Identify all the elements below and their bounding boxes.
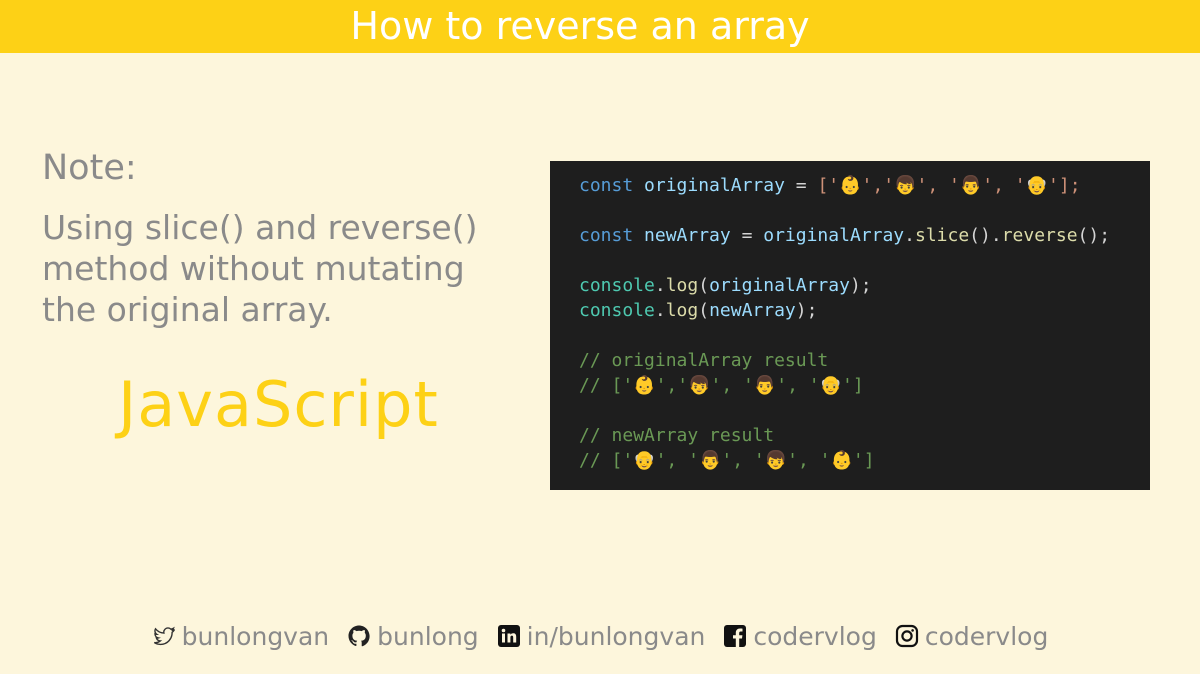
note-text: Using slice() and reverse() method witho… bbox=[42, 208, 478, 329]
code-string: [' bbox=[817, 175, 840, 196]
twitter-handle: bunlongvan bbox=[181, 621, 330, 651]
code-string: ', ' bbox=[982, 175, 1026, 196]
code-string: ', ' bbox=[916, 175, 960, 196]
code-variable: newArray bbox=[644, 225, 731, 246]
code-comment: // ['👴', '👨', '👦', '👶'] bbox=[579, 450, 875, 471]
code-function: log bbox=[665, 300, 699, 321]
social-link-github[interactable]: bunlong bbox=[347, 622, 479, 651]
code-keyword: const bbox=[579, 175, 634, 196]
code-punctuation: ( bbox=[698, 275, 710, 296]
page-title: How to reverse an array bbox=[350, 4, 810, 48]
code-punctuation: ); bbox=[849, 275, 872, 296]
social-link-twitter[interactable]: bunlongvan bbox=[152, 622, 329, 651]
github-handle: bunlong bbox=[377, 621, 479, 651]
code-punctuation: ( bbox=[698, 300, 710, 321]
instagram-icon bbox=[895, 624, 919, 648]
baby-emoji: 👶 bbox=[839, 175, 862, 196]
code-function: reverse bbox=[1001, 225, 1078, 246]
code-object: console bbox=[579, 300, 655, 321]
code-variable: originalArray bbox=[709, 275, 850, 296]
title-banner: How to reverse an array bbox=[0, 0, 1200, 53]
code-operator: = bbox=[730, 225, 764, 246]
old-man-emoji: 👴 bbox=[1025, 175, 1049, 196]
code-variable: originalArray bbox=[763, 225, 905, 246]
linkedin-handle: in/bunlongvan bbox=[526, 621, 706, 651]
code-variable: newArray bbox=[709, 300, 796, 321]
code-line-log-original: console.log(originalArray); bbox=[579, 273, 1150, 298]
code-punctuation: ); bbox=[795, 300, 818, 321]
facebook-icon bbox=[723, 624, 747, 648]
facebook-handle: codervlog bbox=[753, 621, 877, 651]
code-operator: = bbox=[784, 175, 818, 196]
code-block: const originalArray = ['👶','👦', '👨', '👴'… bbox=[550, 161, 1150, 490]
code-object: console bbox=[579, 275, 655, 296]
boy-emoji: 👦 bbox=[894, 175, 917, 196]
code-comment: // ['👶','👦', '👨', '👴'] bbox=[579, 375, 864, 396]
note-label: Note: bbox=[42, 148, 137, 188]
code-function: slice bbox=[914, 225, 970, 246]
code-function: log bbox=[665, 275, 699, 296]
code-punctuation: (). bbox=[969, 225, 1002, 246]
code-punctuation: (); bbox=[1077, 225, 1111, 246]
code-line-new-array: const newArray = originalArray.slice().r… bbox=[579, 223, 1150, 248]
code-line-log-new: console.log(newArray); bbox=[579, 298, 1150, 323]
linkedin-icon bbox=[497, 624, 521, 648]
social-footer: bunlongvan bunlong in/bunlongvan codervl… bbox=[0, 616, 1200, 656]
code-comment: // newArray result bbox=[579, 425, 775, 446]
code-punctuation: . bbox=[654, 300, 666, 321]
social-link-facebook[interactable]: codervlog bbox=[723, 621, 877, 651]
twitter-icon bbox=[152, 624, 176, 648]
social-link-linkedin[interactable]: in/bunlongvan bbox=[497, 621, 706, 651]
code-string: ']; bbox=[1048, 175, 1081, 196]
instagram-handle: codervlog bbox=[924, 621, 1049, 651]
code-punctuation: . bbox=[904, 225, 915, 246]
code-string: ',' bbox=[861, 175, 895, 196]
github-icon bbox=[347, 624, 371, 648]
language-label: JavaScript bbox=[118, 368, 439, 441]
man-emoji: 👨 bbox=[959, 175, 983, 196]
code-variable: originalArray bbox=[644, 175, 785, 196]
social-link-instagram[interactable]: codervlog bbox=[895, 622, 1048, 651]
code-punctuation: . bbox=[654, 275, 666, 296]
code-line-original-array: const originalArray = ['👶','👦', '👨', '👴'… bbox=[579, 173, 1150, 198]
code-comment: // originalArray result bbox=[579, 350, 829, 371]
code-keyword: const bbox=[579, 225, 634, 246]
